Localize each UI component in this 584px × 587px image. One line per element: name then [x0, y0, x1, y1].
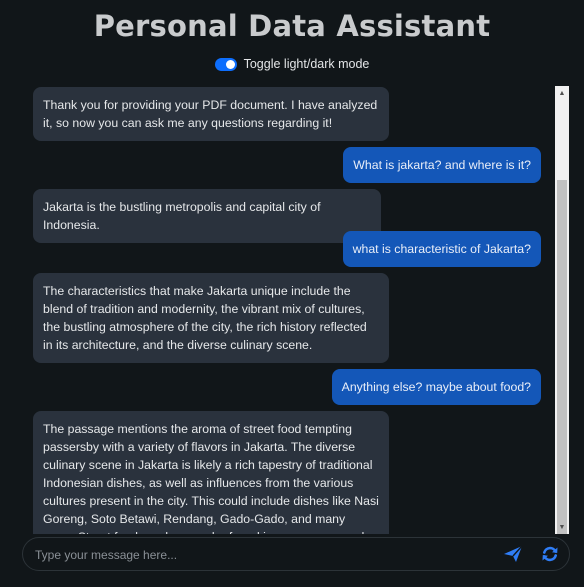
send-button[interactable] [503, 545, 523, 568]
chat-scrollbar[interactable]: ▲ ▼ [555, 86, 569, 534]
refresh-icon [542, 546, 558, 562]
toggle-knob [225, 59, 235, 69]
assistant-message: Jakarta is the bustling metropolis and c… [33, 189, 381, 243]
assistant-message: The passage mentions the aroma of street… [33, 411, 389, 534]
theme-toggle-label[interactable]: Toggle light/dark mode [244, 57, 370, 71]
assistant-message: Thank you for providing your PDF documen… [33, 87, 389, 141]
refresh-button[interactable] [541, 545, 559, 568]
user-message: What is jakarta? and where is it? [343, 147, 541, 183]
scroll-up-arrow-icon[interactable]: ▲ [555, 86, 569, 100]
message-text: Anything else? maybe about food? [341, 380, 531, 394]
chat-history[interactable]: Thank you for providing your PDF documen… [33, 84, 569, 534]
message-input[interactable] [33, 545, 477, 565]
theme-toggle-row: Toggle light/dark mode [0, 57, 584, 71]
message-text: Thank you for providing your PDF documen… [43, 98, 378, 130]
theme-toggle-switch[interactable] [214, 57, 237, 71]
message-text: Jakarta is the bustling metropolis and c… [43, 200, 321, 232]
message-text: The characteristics that make Jakarta un… [43, 284, 367, 352]
message-text: What is jakarta? and where is it? [353, 158, 531, 172]
user-message: Anything else? maybe about food? [331, 369, 541, 405]
user-message: what is characteristic of Jakarta? [342, 231, 541, 267]
message-text: The passage mentions the aroma of street… [43, 422, 379, 534]
send-icon [504, 545, 523, 562]
assistant-message: The characteristics that make Jakarta un… [33, 273, 389, 363]
scroll-down-arrow-icon[interactable]: ▼ [555, 520, 569, 534]
scrollbar-thumb[interactable] [557, 180, 567, 534]
message-text: what is characteristic of Jakarta? [352, 242, 531, 256]
message-composer [22, 537, 570, 571]
page-title: Personal Data Assistant [93, 9, 491, 43]
